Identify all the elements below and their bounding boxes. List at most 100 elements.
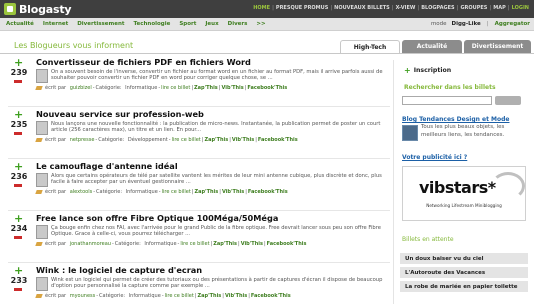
waiting-item[interactable]: Un doux baiser vu du ciel <box>400 253 528 264</box>
ad-banner[interactable]: vibstars* Networking Lifestream Miniblog… <box>402 166 526 221</box>
ad-tagline: Networking Lifestream Miniblogging <box>426 203 502 208</box>
zap-this-link[interactable]: Zap'This <box>204 137 228 143</box>
post-title[interactable]: Nouveau service sur profession-web <box>36 109 204 119</box>
vote-down-icon[interactable] <box>14 80 22 83</box>
author-avatar <box>36 225 48 239</box>
tab-high-tech[interactable]: High-Tech <box>340 40 400 53</box>
nav-home[interactable]: HOME <box>251 5 272 11</box>
inscription-link[interactable]: + Inscription <box>404 66 452 74</box>
vote-up-icon[interactable]: + <box>14 161 23 172</box>
logo-icon <box>4 3 16 15</box>
featured-blog-description: Tous les plus beaux objets, les meilleur… <box>421 124 505 138</box>
logo[interactable]: Blogasty <box>4 2 72 16</box>
waiting-item[interactable]: L'Autoroute des Vacances <box>400 267 528 278</box>
vib-this-link[interactable]: Vib'This <box>221 85 243 91</box>
nav-login[interactable]: LOGIN <box>510 5 531 11</box>
zap-this-link[interactable]: Zap'This <box>194 85 218 91</box>
featured-blog-link[interactable]: Blog Tendances Design et Mode <box>402 116 510 123</box>
post-title[interactable]: Le camouflage d'antenne idéal <box>36 161 178 171</box>
read-post-link[interactable]: lire ce billet <box>161 85 190 91</box>
search-title: Rechercher dans les billets <box>404 84 496 91</box>
facebook-this-link[interactable]: Facebook'This <box>247 85 287 91</box>
post-item: + 236 Le camouflage d'antenne idéal Alor… <box>0 160 392 212</box>
mode-aggregator[interactable]: Aggregator <box>495 21 530 27</box>
search-button[interactable] <box>495 96 521 105</box>
zap-this-link[interactable]: Zap'This <box>198 293 222 299</box>
nav-map[interactable]: MAP <box>491 5 508 11</box>
ad-brand: vibstars* <box>419 178 496 197</box>
vote-up-icon[interactable]: + <box>14 265 23 276</box>
category-divers[interactable]: Divers <box>228 21 248 27</box>
vib-this-link[interactable]: Vib'This <box>232 137 254 143</box>
read-post-link[interactable]: lire ce billet <box>180 241 209 247</box>
nav-presque-promus[interactable]: PRESQUE PROMUS <box>274 5 330 11</box>
facebook-this-link[interactable]: Facebook'This <box>267 241 307 247</box>
category-actualite[interactable]: Actualité <box>6 21 34 27</box>
vote-down-icon[interactable] <box>14 236 22 239</box>
featured-blog-thumbnail[interactable] <box>402 125 418 141</box>
post-item: + 233 Wink : le logiciel de capture d'ec… <box>0 264 392 304</box>
facebook-this-link[interactable]: Facebook'This <box>251 293 291 299</box>
vote-down-icon[interactable] <box>14 184 22 187</box>
inscription-label: Inscription <box>413 67 452 74</box>
pencil-icon <box>35 242 43 246</box>
read-post-link[interactable]: lire ce billet <box>172 137 201 143</box>
post-author[interactable]: netpresse <box>70 137 95 143</box>
author-avatar <box>36 277 48 291</box>
post-excerpt: Alors que certains opérateurs de télé pa… <box>51 173 382 186</box>
vib-this-link[interactable]: Vib'This <box>225 293 247 299</box>
post-category[interactable]: Développement <box>128 137 168 143</box>
tab-actualite[interactable]: Actualité <box>402 40 462 53</box>
read-post-link[interactable]: lire ce billet <box>165 293 194 299</box>
nav-groupes[interactable]: GROUPES <box>458 5 489 11</box>
post-item: + 239 Convertisseur de fichiers PDF en f… <box>0 56 392 108</box>
nav-blogpages[interactable]: BLOGPAGES <box>419 5 456 11</box>
zap-this-link[interactable]: Zap'This <box>213 241 237 247</box>
post-title[interactable]: Convertisseur de fichiers PDF en fichier… <box>36 57 251 67</box>
post-excerpt: Wink est un logiciel qui permet de créer… <box>51 277 383 290</box>
vote-down-icon[interactable] <box>14 132 22 135</box>
vote-up-icon[interactable]: + <box>14 57 23 68</box>
category-nav: Actualité Internet Divertissement Techno… <box>6 21 275 27</box>
mode-digg-like[interactable]: Digg-Like <box>452 21 481 27</box>
vote-up-icon[interactable]: + <box>14 213 23 224</box>
column-divider <box>393 60 394 304</box>
post-divider <box>8 262 390 263</box>
zap-this-link[interactable]: Zap'This <box>194 189 218 195</box>
waiting-item[interactable]: La robe de mariée en papier toilette <box>400 281 528 292</box>
nav-nouveaux-billets[interactable]: NOUVEAUX BILLETS <box>332 5 392 11</box>
post-category[interactable]: Informatique <box>129 293 161 299</box>
post-excerpt: Nous lançons une nouvelle fonctionnalité… <box>51 121 381 134</box>
top-nav: HOME | PRESQUE PROMUS | NOUVEAUX BILLETS | … <box>251 5 531 11</box>
vote-up-icon[interactable]: + <box>14 109 23 120</box>
post-divider <box>8 106 390 107</box>
vib-this-link[interactable]: Vib'This <box>222 189 244 195</box>
post-author[interactable]: jonathanmoreau <box>70 241 111 247</box>
facebook-this-link[interactable]: Facebook'This <box>248 189 288 195</box>
category-sport[interactable]: Sport <box>179 21 196 27</box>
vote-down-icon[interactable] <box>14 288 22 291</box>
vote-count: 234 <box>10 224 28 233</box>
facebook-this-link[interactable]: Facebook'This <box>258 137 298 143</box>
nav-x-view[interactable]: X-VIEW <box>394 5 418 11</box>
post-author[interactable]: guizbizel <box>70 85 92 91</box>
advertise-link[interactable]: Votre publicité ici ? <box>402 154 467 161</box>
search-input[interactable] <box>402 96 492 105</box>
post-title[interactable]: Wink : le logiciel de capture d'ecran <box>36 265 202 275</box>
post-category[interactable]: Informatique <box>144 241 176 247</box>
category-internet[interactable]: Internet <box>43 21 68 27</box>
category-divertissement[interactable]: Divertissement <box>77 21 124 27</box>
read-post-link[interactable]: lire ce billet <box>162 189 191 195</box>
post-author[interactable]: myouness <box>70 293 96 299</box>
top-bar: Blogasty HOME | PRESQUE PROMUS | NOUVEAUX … <box>0 0 534 18</box>
category-technologie[interactable]: Technologie <box>134 21 171 27</box>
post-category[interactable]: Informatique <box>126 189 158 195</box>
post-title[interactable]: Free lance son offre Fibre Optique 100Mé… <box>36 213 278 223</box>
post-author[interactable]: alextools <box>70 189 92 195</box>
category-more[interactable]: >> <box>256 21 265 27</box>
category-jeux[interactable]: Jeux <box>205 21 218 27</box>
vib-this-link[interactable]: Vib'This <box>241 241 263 247</box>
tab-divertissement[interactable]: Divertissement <box>464 40 531 53</box>
post-category[interactable]: Informatique <box>125 85 157 91</box>
category-bar: Actualité Internet Divertissement Techno… <box>0 18 534 31</box>
